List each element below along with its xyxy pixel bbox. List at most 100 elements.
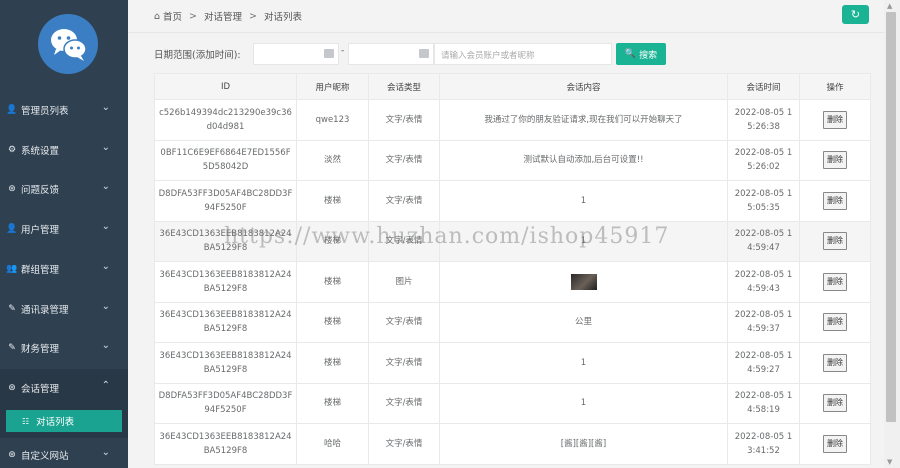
refresh-button[interactable]: ↻	[842, 5, 869, 24]
chevron-down-icon: ⌄	[101, 221, 110, 232]
sidebar-item[interactable]: 👥 群组管理 ⌄	[0, 250, 128, 288]
sidebar-item-label: 通讯录管理	[21, 305, 69, 316]
sidebar-item[interactable]: ⊛ 自定义网站 ⌄	[0, 436, 128, 468]
cell-type: 文字/表情	[368, 139, 440, 181]
chat-icon: ⊛	[8, 383, 16, 393]
delete-button[interactable]: 删除	[823, 353, 847, 372]
cell-content: 测试默认自动添加,后台可设置!!	[439, 139, 728, 181]
cell-id: 0BF11C6E9EF6864E7ED1556F5D58042D	[154, 139, 297, 181]
calendar-icon	[419, 49, 429, 58]
delete-button[interactable]: 删除	[823, 272, 847, 291]
cell-time: 2022-08-05 14:59:47	[727, 220, 800, 262]
cell-time: 2022-08-05 15:05:35	[727, 180, 800, 222]
cell-content	[439, 261, 728, 303]
date-range-label: 日期范围(添加时间):	[154, 50, 241, 61]
cell-time: 2022-08-05 13:41:52	[727, 423, 800, 465]
cell-id: c526b149394dc213290e39c36d04d981	[154, 99, 297, 141]
col-header-id: ID	[154, 73, 297, 100]
sidebar-item-label: 系统设置	[21, 146, 60, 157]
sidebar-item[interactable]: ⊛ 问题反馈 ⌄	[0, 170, 128, 208]
cell-id: 36E43CD1363EEB8183812A24BA5129F8	[154, 301, 297, 343]
table-row: 36E43CD1363EEB8183812A24BA5129F8 哈哈 文字/表情[…	[154, 423, 871, 465]
chevron-up-icon: ⌃	[101, 380, 110, 391]
cell-action: 删除	[799, 342, 871, 384]
sidebar-item[interactable]: ✎ 财务管理 ⌄	[0, 329, 128, 367]
sidebar-item[interactable]: ✎ 通讯录管理 ⌄	[0, 290, 128, 328]
home-icon: ⌂	[154, 10, 161, 22]
cell-type: 文字/表情	[368, 180, 440, 222]
sidebar-item-label: 问题反馈	[21, 185, 60, 196]
sidebar-item[interactable]: ⊛ 会话管理 ⌃	[0, 369, 128, 407]
cell-id: 36E43CD1363EEB8183812A24BA5129F8	[154, 423, 297, 465]
scroll-down-icon[interactable]: ▼	[887, 458, 892, 466]
user-icon: 👤	[6, 224, 18, 234]
cell-id: D8DFA53FF3D05AF4BC28DD3F94F5250F	[154, 180, 297, 222]
delete-button[interactable]: 删除	[823, 232, 847, 251]
breadcrumb-section[interactable]: 对话管理	[204, 9, 242, 23]
cell-type: 文字/表情	[368, 423, 440, 465]
cell-content: 公里	[439, 301, 728, 343]
watermark-text: https://www.huzhan.com/ishop45917	[224, 224, 670, 249]
chevron-down-icon: ⌄	[101, 301, 110, 312]
cell-content: [酱][酱][酱]	[439, 423, 728, 465]
table-row: 0BF11C6E9EF6864E7ED1556F5D58042D 淡然 文字/表情测…	[154, 139, 871, 181]
cell-type: 文字/表情	[368, 382, 440, 424]
col-header-nickname: 用户昵称	[296, 73, 369, 100]
search-button-label: 搜索	[639, 50, 658, 61]
cell-type: 文字/表情	[368, 342, 440, 384]
cell-id: D8DFA53FF3D05AF4BC28DD3F94F5250F	[154, 382, 297, 424]
question-icon: ⊛	[8, 184, 16, 194]
cell-content: 1	[439, 342, 728, 384]
cell-nickname: 楼梯	[296, 180, 369, 222]
cell-time: 2022-08-05 15:26:02	[727, 139, 800, 181]
delete-button[interactable]: 删除	[823, 313, 847, 332]
sidebar-item[interactable]: ⚙ 系统设置 ⌄	[0, 131, 128, 169]
cell-action: 删除	[799, 139, 871, 181]
cell-action: 删除	[799, 220, 871, 262]
delete-button[interactable]: 删除	[823, 110, 847, 129]
keyword-search-input[interactable]: 请输入会员账户或者昵称	[434, 43, 612, 65]
scroll-up-icon[interactable]: ▲	[887, 2, 892, 10]
cell-action: 删除	[799, 99, 871, 141]
sidebar-item[interactable]: 👤 用户管理 ⌄	[0, 210, 128, 248]
wechat-logo-icon	[38, 14, 98, 74]
sidebar-subitem-label: 对话列表	[36, 417, 75, 428]
cell-content: 1	[439, 180, 728, 222]
table-row: 36E43CD1363EEB8183812A24BA5129F8 楼梯 文字/表情公…	[154, 301, 871, 343]
cell-type: 文字/表情	[368, 99, 440, 141]
chevron-down-icon: ⌄	[101, 102, 110, 113]
cell-nickname: 哈哈	[296, 423, 369, 465]
delete-button[interactable]: 删除	[823, 394, 847, 413]
delete-button[interactable]: 删除	[823, 191, 847, 210]
chevron-down-icon: ⌄	[101, 181, 110, 192]
table-row: D8DFA53FF3D05AF4BC28DD3F94F5250F 楼梯 文字/表情 1…	[154, 382, 871, 424]
cell-action: 删除	[799, 261, 871, 303]
refresh-icon: ↻	[850, 8, 861, 21]
delete-button[interactable]: 删除	[823, 434, 847, 453]
cell-id: 36E43CD1363EEB8183812A24BA5129F8	[154, 342, 297, 384]
breadcrumb-home[interactable]: 首页	[163, 9, 182, 23]
breadcrumb-separator: >	[249, 10, 257, 22]
col-header-content: 会话内容	[439, 73, 728, 100]
cell-nickname: 楼梯	[296, 342, 369, 384]
image-thumbnail[interactable]	[570, 273, 597, 290]
cell-content: 1	[439, 382, 728, 424]
chat-table: ID 用户昵称 会话类型 会话内容 会话时间 操作 c526b149394dc2…	[154, 73, 871, 465]
table-header-row: ID 用户昵称 会话类型 会话内容 会话时间 操作	[154, 73, 871, 100]
cell-nickname: 楼梯	[296, 301, 369, 343]
edit-icon: ✎	[8, 304, 16, 314]
sidebar-item-label: 会话管理	[21, 384, 60, 395]
chevron-down-icon: ⌄	[101, 142, 110, 153]
sidebar-item[interactable]: 👤 管理员列表 ⌄	[0, 91, 128, 129]
search-icon: 🔍	[624, 49, 637, 59]
search-button[interactable]: 🔍 搜索	[616, 43, 666, 65]
cell-nickname: 楼梯	[296, 261, 369, 303]
delete-button[interactable]: 删除	[823, 151, 847, 170]
start-date-input[interactable]	[253, 43, 339, 65]
scrollbar-thumb[interactable]	[886, 12, 896, 422]
chevron-down-icon: ⌄	[101, 261, 110, 272]
cell-time: 2022-08-05 15:26:38	[727, 99, 800, 141]
sidebar-subitem-chat-list[interactable]: ☷ 对话列表	[6, 410, 122, 432]
col-header-type: 会话类型	[368, 73, 440, 100]
end-date-input[interactable]	[348, 43, 434, 65]
